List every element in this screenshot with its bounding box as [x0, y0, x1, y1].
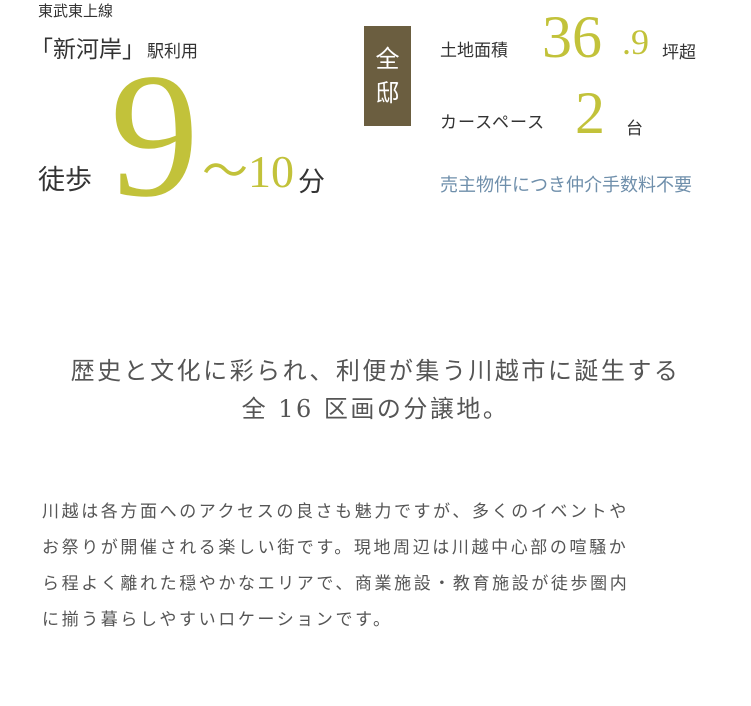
car-space-label: カースペース	[440, 113, 546, 133]
headline-line-1: 歴史と文化に彩られ、利便が集う川越市に誕生する	[70, 357, 681, 385]
land-area-value: 36	[542, 4, 602, 70]
description-line-1: 川越は各方面へのアクセスの良さも魅力ですが、多くのイベントや	[42, 502, 629, 522]
car-space-value: 2	[575, 80, 605, 146]
description-line-4: に揃う暮らしやすいロケーションです。	[42, 610, 393, 630]
car-space-unit: 台	[626, 119, 643, 139]
badge-line-2: 邸	[375, 79, 400, 107]
walk-label: 徒歩	[38, 165, 92, 196]
description-paragraph: 川越は各方面へのアクセスの良さも魅力ですが、多くのイベントや お祭りが開催される…	[42, 494, 714, 638]
description-line-3: ら程よく離れた穏やかなエリアで、商業施設・教育施設が徒歩圏内	[42, 574, 630, 594]
all-houses-badge: 全 邸	[364, 26, 411, 126]
badge-line-1: 全	[375, 45, 400, 73]
description-line-2: お祭りが開催される楽しい街です。現地周辺は川越中心部の喧騒か	[42, 538, 629, 558]
land-area-label: 土地面積	[440, 41, 508, 61]
railway-line-name: 東武東上線	[38, 2, 114, 20]
land-area-unit: 坪超	[662, 43, 696, 63]
walk-minutes-unit: 分	[298, 167, 325, 198]
walk-minutes-number: 9	[110, 36, 199, 234]
headline-line-2: 全 16 区画の分譲地。	[241, 395, 510, 423]
walk-minutes-range: 〜10	[202, 146, 294, 197]
land-area-decimal: .9	[622, 22, 649, 62]
brokerage-fee-note: 売主物件につき仲介手数料不要	[440, 175, 692, 196]
headline: 歴史と文化に彩られ、利便が集う川越市に誕生する 全 16 区画の分譲地。	[0, 352, 751, 428]
